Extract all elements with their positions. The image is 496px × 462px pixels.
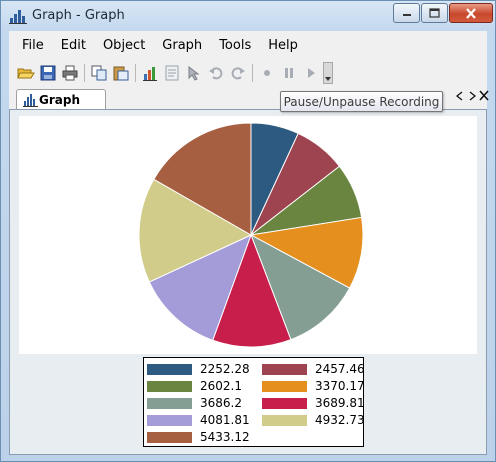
- menu-object[interactable]: Object: [95, 38, 153, 53]
- toolbar: [9, 59, 487, 87]
- tab-scroll-left-icon[interactable]: [456, 91, 464, 101]
- menu-file[interactable]: File: [9, 38, 52, 53]
- redo-icon: [231, 67, 245, 80]
- print-icon: [62, 65, 78, 81]
- legend-entry-8: 4932.73: [262, 413, 365, 427]
- legend-swatch: [147, 380, 192, 392]
- pointer-icon: [188, 65, 200, 81]
- legend-entry-7: 4081.81: [147, 413, 250, 427]
- toolbar-tooltip: Pause/Unpause Recording: [280, 91, 443, 112]
- graph-window: Graph - Graph File Edit Object Graph Too…: [0, 0, 496, 462]
- maximize-button[interactable]: [421, 3, 448, 23]
- chart-button[interactable]: [140, 63, 160, 83]
- menu-edit[interactable]: Edit: [53, 38, 94, 53]
- legend-entry-1: 2252.28: [147, 362, 250, 376]
- save-icon: [40, 65, 56, 81]
- legend-entry-6: 3689.81: [262, 396, 365, 410]
- legend-swatch: [147, 363, 192, 375]
- paste-button[interactable]: [111, 63, 131, 83]
- legend-swatch: [147, 414, 192, 426]
- play-button[interactable]: [301, 63, 321, 83]
- legend-label: 2457.46: [315, 362, 365, 376]
- open-folder-icon: [17, 68, 35, 79]
- toolbar-separator: [252, 64, 253, 82]
- copy-button[interactable]: [89, 63, 109, 83]
- print-button[interactable]: [60, 63, 80, 83]
- legend-label: 2252.28: [200, 362, 250, 376]
- graph-tab-icon: [23, 94, 38, 107]
- properties-button[interactable]: [162, 63, 182, 83]
- legend-swatch: [147, 431, 192, 443]
- open-button[interactable]: [16, 63, 36, 83]
- legend-entry-5: 3686.2: [147, 396, 242, 410]
- chart-icon: [143, 67, 157, 81]
- pie-chart: [138, 122, 364, 348]
- properties-icon: [165, 65, 179, 81]
- redo-button[interactable]: [228, 63, 248, 83]
- tab-graph[interactable]: Graph: [16, 89, 106, 109]
- legend-label: 3689.81: [315, 396, 365, 410]
- play-icon: [308, 68, 315, 78]
- chart-legend[interactable]: 2252.28 2457.46 2602.1 3370.17 3686.2 3689.81…: [143, 357, 365, 447]
- legend-swatch: [262, 363, 307, 375]
- undo-icon: [209, 67, 223, 80]
- minimize-button[interactable]: [393, 3, 420, 23]
- legend-entry-4: 3370.17: [262, 379, 365, 393]
- window-title: Graph - Graph: [32, 8, 125, 23]
- menu-graph[interactable]: Graph: [154, 38, 210, 53]
- undo-button[interactable]: [206, 63, 226, 83]
- pause-button[interactable]: [279, 63, 299, 83]
- record-icon: [264, 70, 270, 76]
- pause-icon: [285, 68, 293, 78]
- close-window-button[interactable]: [449, 3, 493, 23]
- tab-graph-label: Graph: [39, 92, 80, 107]
- plot-area[interactable]: [19, 116, 477, 354]
- toolbar-separator: [135, 64, 136, 82]
- menu-tools[interactable]: Tools: [211, 38, 259, 53]
- tab-close-icon[interactable]: [479, 90, 489, 101]
- legend-swatch: [147, 397, 192, 409]
- legend-label: 2602.1: [200, 379, 242, 393]
- menu-help[interactable]: Help: [260, 38, 306, 53]
- legend-swatch: [262, 380, 307, 392]
- legend-swatch: [262, 414, 307, 426]
- minimize-icon: [402, 14, 411, 16]
- title-bar[interactable]: Graph - Graph: [1, 1, 495, 31]
- tab-scroll-right-icon[interactable]: [468, 91, 476, 101]
- app-chart-icon: [9, 10, 27, 24]
- maximize-icon: [429, 8, 440, 18]
- legend-swatch: [262, 397, 307, 409]
- chevron-down-icon: [325, 77, 331, 81]
- save-button[interactable]: [38, 63, 58, 83]
- copy-icon: [91, 65, 107, 81]
- legend-label: 4081.81: [200, 413, 250, 427]
- toolbar-overflow-button[interactable]: [323, 62, 333, 84]
- legend-entry-3: 2602.1: [147, 379, 242, 393]
- graph-document-panel: 2252.28 2457.46 2602.1 3370.17 3686.2 3689.81…: [9, 109, 487, 455]
- pointer-button[interactable]: [184, 63, 204, 83]
- legend-label: 3370.17: [315, 379, 365, 393]
- toolbar-separator: [84, 64, 85, 82]
- menu-bar: File Edit Object Graph Tools Help: [9, 31, 487, 59]
- close-icon: [466, 7, 476, 19]
- legend-label: 4932.73: [315, 413, 365, 427]
- legend-label: 3686.2: [200, 396, 242, 410]
- legend-entry-9: 5433.12: [147, 430, 250, 444]
- record-button[interactable]: [257, 63, 277, 83]
- legend-label: 5433.12: [200, 430, 250, 444]
- paste-icon: [113, 66, 129, 81]
- legend-entry-2: 2457.46: [262, 362, 365, 376]
